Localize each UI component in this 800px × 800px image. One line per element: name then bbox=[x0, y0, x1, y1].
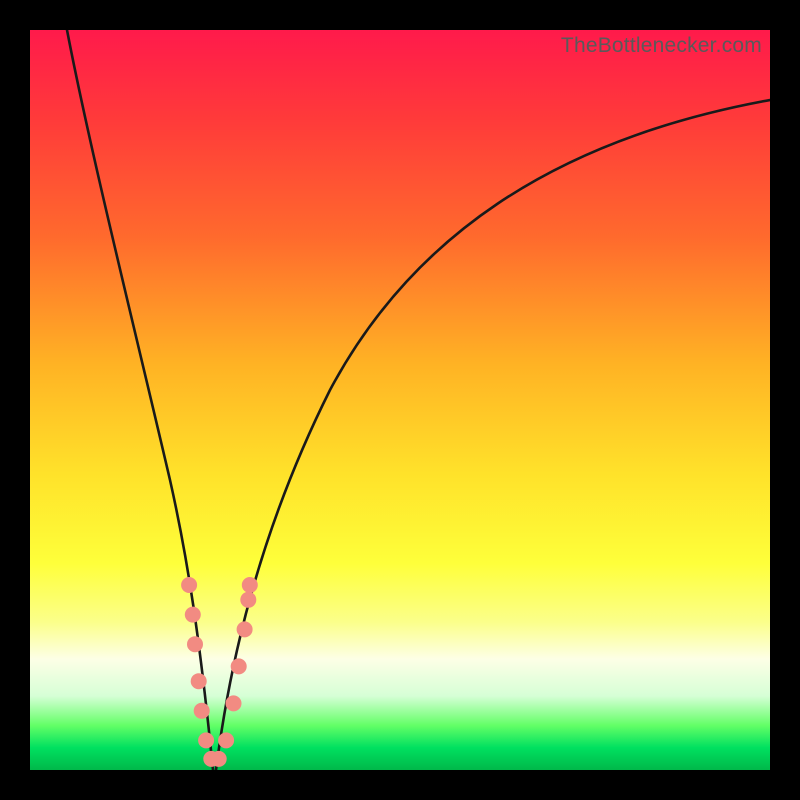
data-marker bbox=[198, 732, 214, 748]
data-marker bbox=[218, 732, 234, 748]
data-marker bbox=[181, 577, 197, 593]
data-marker bbox=[211, 751, 227, 767]
plot-area: TheBottlenecker.com bbox=[30, 30, 770, 770]
data-marker bbox=[240, 592, 256, 608]
data-marker bbox=[194, 703, 210, 719]
data-marker bbox=[226, 695, 242, 711]
data-marker bbox=[231, 658, 247, 674]
data-marker bbox=[242, 577, 258, 593]
marker-layer bbox=[30, 30, 770, 770]
data-marker bbox=[191, 673, 207, 689]
data-marker bbox=[185, 607, 201, 623]
marker-group bbox=[181, 577, 258, 767]
data-marker bbox=[237, 621, 253, 637]
chart-frame: TheBottlenecker.com bbox=[0, 0, 800, 800]
data-marker bbox=[187, 636, 203, 652]
